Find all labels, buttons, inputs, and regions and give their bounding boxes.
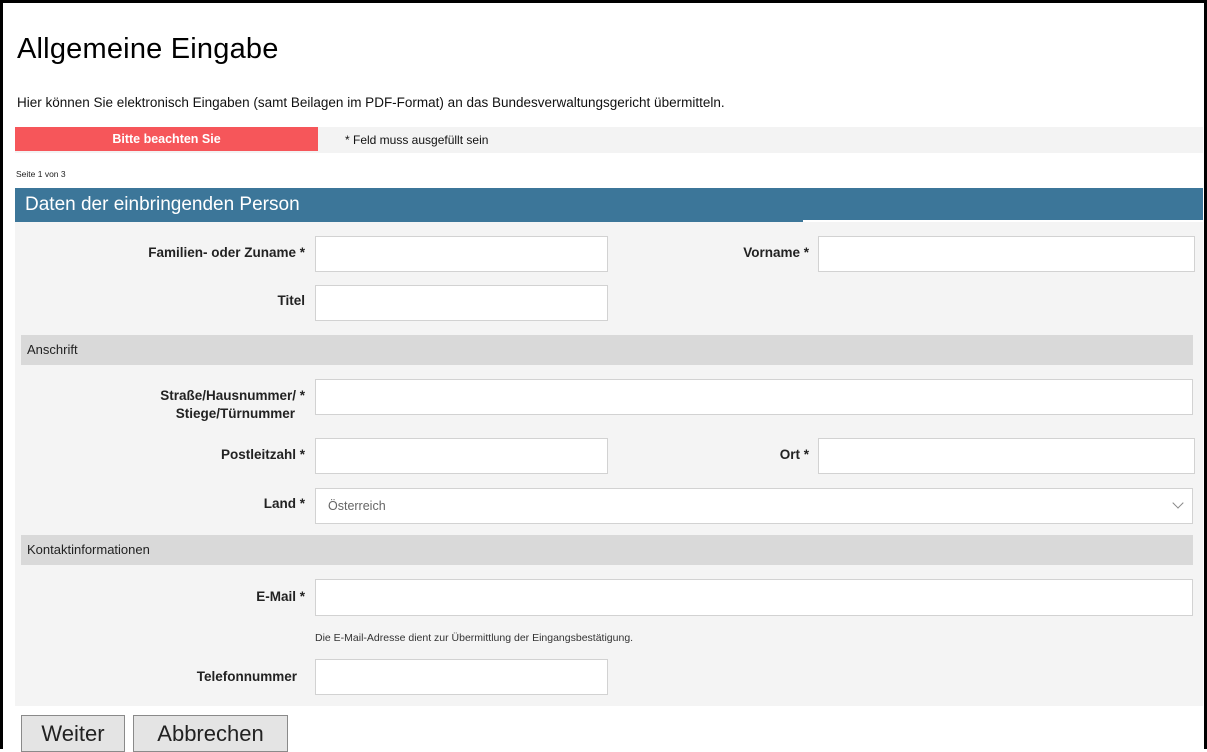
notice-button[interactable]: Bitte beachten Sie — [15, 127, 318, 151]
title-input[interactable] — [315, 285, 608, 321]
country-select[interactable]: Österreich — [315, 488, 1193, 524]
email-hint: Die E-Mail-Adresse dient zur Übermittlun… — [315, 632, 634, 644]
address-subheader: Anschrift — [21, 335, 1193, 365]
phone-label: Telefonnummer — [196, 669, 297, 684]
page-indicator: Seite 1 von 3 — [16, 169, 66, 179]
required-field-note: * Feld muss ausgefüllt sein — [345, 133, 489, 147]
form-panel: Daten der einbringenden Person Familien-… — [15, 188, 1203, 706]
email-input[interactable] — [315, 579, 1193, 616]
contact-subheader: Kontaktinformationen — [21, 535, 1193, 565]
cancel-button[interactable]: Abbrechen — [133, 715, 288, 752]
city-label: Ort * — [779, 447, 809, 462]
section-header: Daten der einbringenden Person — [15, 188, 1203, 222]
postcode-label: Postleitzahl * — [220, 447, 305, 462]
intro-text: Hier können Sie elektronisch Eingaben (s… — [17, 95, 725, 110]
country-label: Land * — [263, 496, 305, 511]
street-label-line1: Straße/Hausnummer/ * — [160, 388, 305, 403]
postcode-input[interactable] — [315, 438, 608, 474]
firstname-input[interactable] — [818, 236, 1195, 272]
phone-input[interactable] — [315, 659, 608, 695]
page-frame: Allgemeine Eingabe Hier können Sie elekt… — [0, 0, 1207, 752]
street-input[interactable] — [315, 379, 1193, 415]
lastname-input[interactable] — [315, 236, 608, 272]
lastname-label: Familien- oder Zuname * — [148, 245, 305, 260]
title-label: Titel — [277, 293, 305, 308]
email-label: E-Mail * — [256, 589, 305, 604]
street-label-line2: Stiege/Türnummer — [175, 406, 295, 421]
country-select-value: Österreich — [328, 499, 386, 513]
chevron-down-icon — [1172, 497, 1184, 509]
city-input[interactable] — [818, 438, 1195, 474]
page-title: Allgemeine Eingabe — [17, 33, 279, 65]
next-button[interactable]: Weiter — [21, 715, 125, 752]
notice-bar: Bitte beachten Sie * Feld muss ausgefüll… — [15, 127, 1203, 153]
firstname-label: Vorname * — [743, 245, 809, 260]
